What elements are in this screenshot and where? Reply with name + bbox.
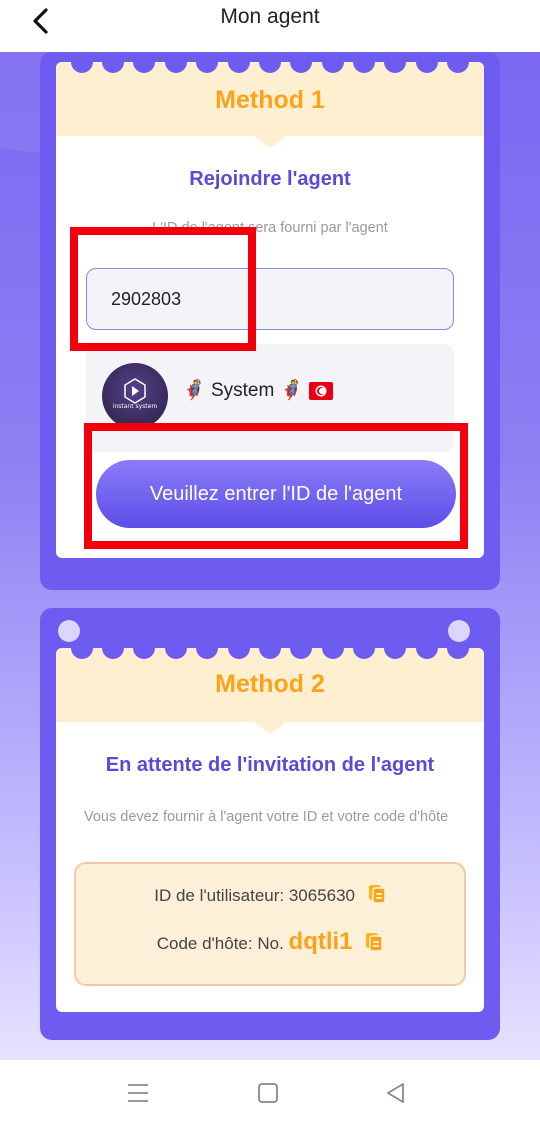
tunisia-flag-icon — [308, 381, 333, 400]
method1-header: Method 1 — [56, 62, 484, 148]
method2-card: Method 2 En attente de l'invitation de l… — [40, 608, 500, 1040]
user-info-box: ID de l'utilisateur: 3065630 Code d'hôte… — [74, 862, 466, 986]
app-header: Mon agent — [0, 0, 540, 52]
user-id-label: ID de l'utilisateur: 3065630 — [154, 885, 356, 905]
content-area[interactable]: Method 1 Rejoindre l'agent L'ID de l'age… — [0, 52, 540, 1060]
provide-id-hint: Vous devez fournir à l'agent votre ID et… — [84, 809, 449, 825]
page-title: Mon agent — [220, 5, 320, 28]
home-button[interactable] — [255, 1080, 281, 1106]
back-nav-button[interactable] — [383, 1080, 409, 1106]
superhero-emoji-icon: 🦸 — [182, 380, 206, 401]
menu-button[interactable] — [125, 1080, 151, 1106]
highlight-box — [70, 227, 256, 351]
highlight-box — [84, 423, 468, 549]
host-code-row: Code d'hôte: No. dqtli1 — [76, 928, 464, 957]
copy-icon — [366, 933, 384, 952]
avatar: instant system — [102, 363, 168, 429]
copy-icon — [368, 885, 386, 904]
copy-host-code-button[interactable] — [365, 932, 384, 957]
waiting-invitation-title: En attente de l'invitation de l'agent — [105, 754, 435, 776]
method2-header: Method 2 — [56, 648, 484, 734]
copy-user-id-button[interactable] — [368, 884, 386, 909]
system-nav-bar — [0, 1060, 540, 1126]
menu-icon — [128, 1084, 148, 1102]
avatar-text: instant system — [112, 403, 158, 410]
method2-card-body: Method 2 En attente de l'invitation de l… — [56, 648, 484, 1012]
host-code-label: Code d'hôte: No. — [156, 934, 284, 953]
method1-title: Method 1 — [215, 86, 325, 114]
home-square-icon — [258, 1083, 278, 1103]
user-id-row: ID de l'utilisateur: 3065630 — [76, 884, 464, 909]
superhero-emoji-icon: 🦸 — [279, 380, 304, 401]
back-triangle-icon — [387, 1083, 404, 1103]
method2-title: Method 2 — [215, 670, 325, 698]
agent-name-row: 🦸 System 🦸 — [182, 378, 333, 402]
host-code-value: dqtli1 — [288, 928, 353, 955]
join-agent-title: Rejoindre l'agent — [189, 168, 351, 190]
agent-name: System — [210, 380, 275, 401]
